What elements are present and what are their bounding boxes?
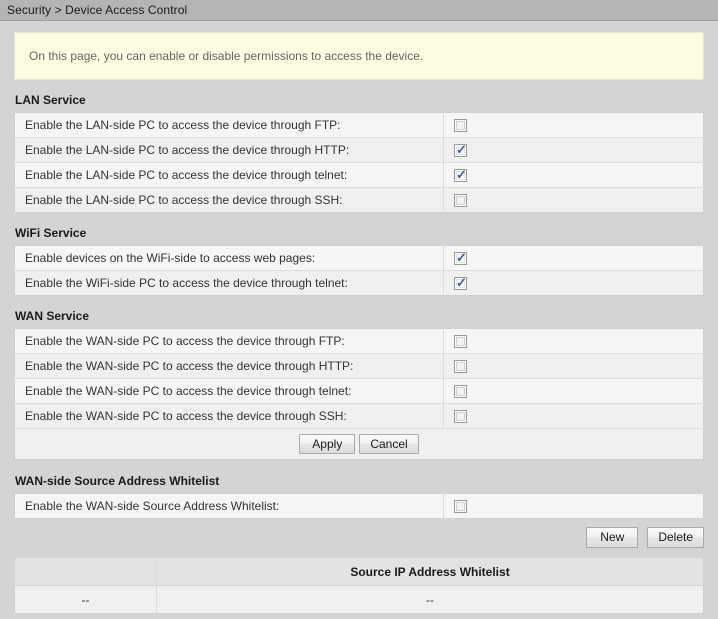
checkbox-inner <box>456 387 465 397</box>
whitelist-table-body: -- -- <box>14 585 704 614</box>
setting-label: Enable the LAN-side PC to access the dev… <box>14 137 444 163</box>
new-button[interactable]: New <box>586 527 639 548</box>
cancel-button[interactable]: Cancel <box>359 434 419 454</box>
checkbox-setting[interactable]: ✓ <box>454 167 467 183</box>
whitelist-table: Source IP Address Whitelist -- -- <box>14 557 704 614</box>
table-row: Enable the WAN-side PC to access the dev… <box>14 378 704 404</box>
table-row: Enable the LAN-side PC to access the dev… <box>14 137 704 163</box>
apply-button[interactable]: Apply <box>299 434 356 454</box>
table-row: Enable the LAN-side PC to access the dev… <box>14 187 704 213</box>
form-buttons-cell: Apply Cancel <box>14 428 704 460</box>
settings-table: Enable the LAN-side PC to access the dev… <box>14 112 704 213</box>
checkbox-setting[interactable] <box>454 360 467 374</box>
section-title: WiFi Service <box>15 226 87 240</box>
checkmark-icon: ✓ <box>456 167 467 183</box>
checkbox-setting[interactable]: ✓ <box>454 142 467 158</box>
section-title: LAN Service <box>15 93 86 107</box>
setting-control-cell: ✓ <box>443 270 704 296</box>
setting-label: Enable the WAN-side PC to access the dev… <box>14 328 444 354</box>
checkbox-setting[interactable]: ✓ <box>454 250 467 266</box>
breadcrumb-bar: Security > Device Access Control <box>0 0 718 21</box>
table-row: Enable the WAN-side Source Address White… <box>14 493 704 519</box>
setting-control-cell <box>443 353 704 379</box>
setting-label: Enable the WAN-side PC to access the dev… <box>14 353 444 379</box>
whitelist-toolbar: New Delete <box>14 527 704 548</box>
setting-label: Enable the WAN-side PC to access the dev… <box>14 403 444 429</box>
checkbox-inner <box>456 502 465 512</box>
settings-table: Enable the WAN-side PC to access the dev… <box>14 328 704 460</box>
table-row: Enable the WAN-side PC to access the dev… <box>14 353 704 379</box>
checkbox-inner <box>456 121 465 131</box>
checkbox-setting[interactable] <box>454 335 467 349</box>
setting-label: Enable the WiFi-side PC to access the de… <box>14 270 444 296</box>
whitelist-cell-select: -- <box>14 585 157 614</box>
checkbox-setting[interactable]: ✓ <box>454 275 467 291</box>
service-sections: LAN Service Enable the LAN-side PC to acc… <box>14 93 704 460</box>
table-row: Enable the WAN-side PC to access the dev… <box>14 328 704 354</box>
checkbox-inner <box>456 337 465 347</box>
settings-table: Enable devices on the WiFi-side to acces… <box>14 245 704 296</box>
table-row: Enable the WiFi-side PC to access the de… <box>14 270 704 296</box>
setting-label: Enable the WAN-side PC to access the dev… <box>14 378 444 404</box>
breadcrumb: Security > Device Access Control <box>7 3 188 17</box>
whitelist-header-select <box>14 557 157 586</box>
info-banner: On this page, you can enable or disable … <box>14 32 704 80</box>
checkbox-enable-wan-source-whitelist[interactable] <box>454 500 467 514</box>
checkbox-inner <box>456 412 465 422</box>
checkbox-setting[interactable] <box>454 410 467 424</box>
setting-control-cell: ✓ <box>443 162 704 188</box>
table-row: Enable the LAN-side PC to access the dev… <box>14 112 704 138</box>
setting-label: Enable devices on the WiFi-side to acces… <box>14 245 444 271</box>
page-content: On this page, you can enable or disable … <box>0 32 718 614</box>
setting-control-cell <box>443 187 704 213</box>
setting-control-cell <box>443 378 704 404</box>
whitelist-enable-table: Enable the WAN-side Source Address White… <box>14 493 704 519</box>
checkmark-icon: ✓ <box>456 275 467 291</box>
table-row: -- -- <box>14 585 704 614</box>
table-row: Enable the WAN-side PC to access the dev… <box>14 403 704 429</box>
setting-label: Enable the LAN-side PC to access the dev… <box>14 162 444 188</box>
form-buttons-row: Apply Cancel <box>14 428 704 460</box>
checkbox-inner <box>456 362 465 372</box>
setting-control-cell <box>443 328 704 354</box>
info-banner-text: On this page, you can enable or disable … <box>29 49 424 63</box>
whitelist-header-address: Source IP Address Whitelist <box>156 557 704 586</box>
setting-control-cell <box>443 112 704 138</box>
table-row: Enable devices on the WiFi-side to acces… <box>14 245 704 271</box>
section-title-whitelist: WAN-side Source Address Whitelist <box>15 474 220 488</box>
checkbox-setting[interactable] <box>454 385 467 399</box>
section-title: WAN Service <box>15 309 90 323</box>
setting-control-cell: ✓ <box>443 245 704 271</box>
whitelist-header-row: Source IP Address Whitelist <box>14 557 704 586</box>
table-row: Enable the LAN-side PC to access the dev… <box>14 162 704 188</box>
setting-label: Enable the LAN-side PC to access the dev… <box>14 187 444 213</box>
whitelist-table-head: Source IP Address Whitelist <box>14 557 704 586</box>
checkbox-setting[interactable] <box>454 194 467 208</box>
whitelist-cell-address: -- <box>156 585 704 614</box>
checkmark-icon: ✓ <box>456 250 467 266</box>
whitelist-enable-cell <box>443 493 704 519</box>
checkmark-icon: ✓ <box>456 142 467 158</box>
delete-button[interactable]: Delete <box>647 527 704 548</box>
setting-label: Enable the LAN-side PC to access the dev… <box>14 112 444 138</box>
setting-control-cell: ✓ <box>443 137 704 163</box>
checkbox-setting[interactable] <box>454 119 467 133</box>
whitelist-enable-label: Enable the WAN-side Source Address White… <box>14 493 444 519</box>
checkbox-inner <box>456 196 465 206</box>
setting-control-cell <box>443 403 704 429</box>
